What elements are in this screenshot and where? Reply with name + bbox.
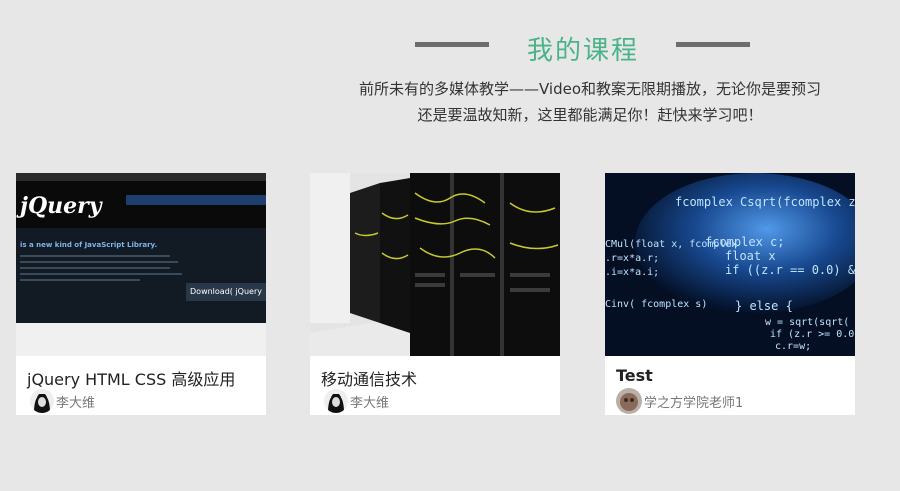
course-card-test[interactable]: fcomplex Csqrt(fcomplex z) CMul(float x,… [605,173,855,415]
course-title[interactable]: jQuery HTML CSS 高级应用 [27,366,235,390]
author-name: 李大维 [56,395,96,411]
author-avatar [616,388,642,414]
section-title: 我的课程 [526,36,639,66]
author-name: 学之方学院老师1 [644,395,744,411]
course-title[interactable]: 移动通信技术 [321,366,417,390]
course-thumbnail-jquery[interactable]: jQuery is a new kind of JavaScript Libra… [16,173,266,356]
section-subtitle: 前所未有的多媒体教学——Video和教案无限期播放，无论你是要预习 还是要温故知… [300,76,880,128]
course-author: 李大维 [324,389,389,413]
course-author: 李大维 [30,389,95,413]
course-thumbnail-server-room[interactable] [310,173,560,356]
title-divider-right [676,42,750,47]
course-card-mobile-comm[interactable]: 移动通信技术 李大维 [310,173,560,415]
course-title[interactable]: Test [616,366,653,385]
author-name: 李大维 [350,395,390,411]
subtitle-line-2: 还是要温故知新，这里都能满足你！赶快来学习吧！ [417,106,763,124]
author-avatar [324,389,348,413]
author-avatar [30,389,54,413]
course-card-jquery[interactable]: jQuery is a new kind of JavaScript Libra… [16,173,266,415]
subtitle-line-1: 前所未有的多媒体教学——Video和教案无限期播放，无论你是要预习 [358,80,822,98]
section-header: 我的课程 [0,30,900,66]
course-author: 学之方学院老师1 [616,388,744,414]
course-thumbnail-code-earth[interactable]: fcomplex Csqrt(fcomplex z) CMul(float x,… [605,173,855,356]
title-divider-left [415,42,489,47]
